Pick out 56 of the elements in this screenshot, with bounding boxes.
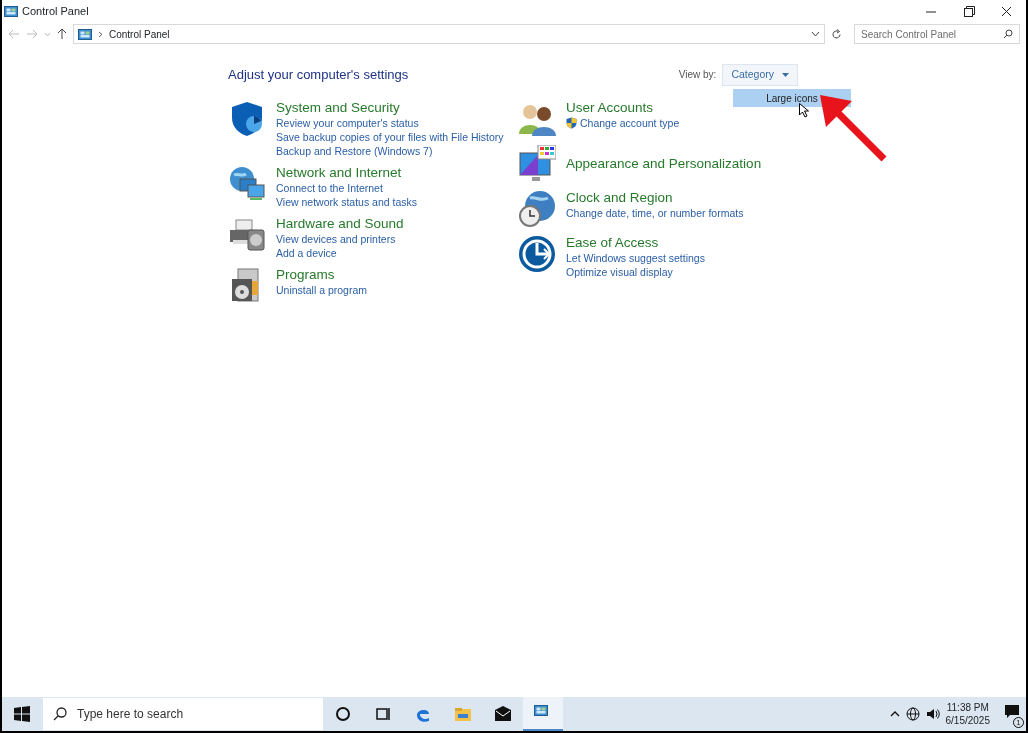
refresh-icon[interactable] — [831, 28, 842, 40]
page-heading: Adjust your computer's settings — [228, 66, 409, 85]
search-placeholder: Type here to search — [77, 706, 184, 723]
breadcrumb-item[interactable]: Control Panel — [109, 26, 170, 42]
view-by-label: View by: — [678, 68, 717, 83]
chevron-icon — [98, 30, 103, 38]
taskbar-app[interactable] — [523, 697, 563, 731]
task-link[interactable]: Uninstall a program — [276, 282, 368, 297]
task-link[interactable]: Review your computer's status — [276, 115, 419, 130]
task-link[interactable]: Connect to the Internet — [276, 180, 383, 195]
network-icon — [228, 164, 266, 203]
search-field[interactable]: Search Control Panel — [854, 24, 1020, 44]
dropdown-caret-icon[interactable] — [811, 31, 820, 37]
notification-count: 1 — [1013, 717, 1024, 728]
category-link[interactable]: Appearance and Personalization — [566, 155, 762, 172]
task-link[interactable]: Add a device — [276, 245, 337, 260]
category-link[interactable]: Hardware and Sound — [276, 215, 404, 232]
windows-start-icon[interactable] — [14, 706, 30, 722]
notification-icon[interactable] — [1004, 704, 1020, 720]
cursor-icon — [799, 103, 809, 118]
accessibility-icon — [518, 234, 556, 273]
caret-icon — [782, 72, 789, 77]
category-link[interactable]: User Accounts — [566, 99, 680, 116]
chevron-up-icon[interactable] — [889, 711, 900, 717]
taskbar-search-field[interactable]: Type here to search — [43, 698, 323, 730]
task-link[interactable]: Backup and Restore (Windows 7) — [276, 143, 433, 158]
task-link[interactable]: Optimize visual display — [566, 264, 673, 279]
folder-icon[interactable] — [454, 705, 472, 723]
cortana-icon[interactable] — [334, 705, 352, 723]
search-icon — [53, 707, 67, 721]
window-title: Control Panel — [22, 3, 89, 19]
task-link[interactable]: Let Windows suggest settings — [566, 250, 705, 265]
task-link[interactable]: Change date, time, or number formats — [566, 205, 744, 220]
task-view-icon[interactable] — [374, 705, 392, 723]
view-by-dropdown[interactable]: Category — [722, 64, 798, 86]
category-link[interactable]: Clock and Region — [566, 189, 744, 206]
globe-icon[interactable] — [905, 707, 920, 721]
monitor-palette-icon — [518, 144, 556, 183]
clock[interactable]: 11:38 PM 6/15/2025 — [945, 701, 990, 727]
search-placeholder: Search Control Panel — [861, 27, 957, 42]
task-link[interactable]: View network status and tasks — [276, 194, 418, 209]
category-link[interactable]: Ease of Access — [566, 234, 705, 251]
task-link[interactable]: View devices and printers — [276, 231, 396, 246]
up-arrow-icon[interactable] — [57, 28, 67, 40]
globe-clock-icon — [518, 189, 556, 228]
search-icon — [1003, 29, 1013, 39]
control-panel-icon — [78, 27, 92, 41]
category-link[interactable]: System and Security — [276, 99, 504, 116]
address-bar[interactable]: Control Panel — [73, 24, 825, 44]
task-link[interactable]: Change account type — [580, 115, 680, 130]
control-panel-icon — [4, 4, 18, 18]
category-link[interactable]: Network and Internet — [276, 164, 418, 181]
task-link[interactable]: Save backup copies of your files with File History — [276, 129, 504, 144]
speaker-icon[interactable] — [925, 708, 940, 720]
mail-icon[interactable] — [494, 705, 512, 723]
category-link[interactable]: Programs — [276, 266, 368, 283]
